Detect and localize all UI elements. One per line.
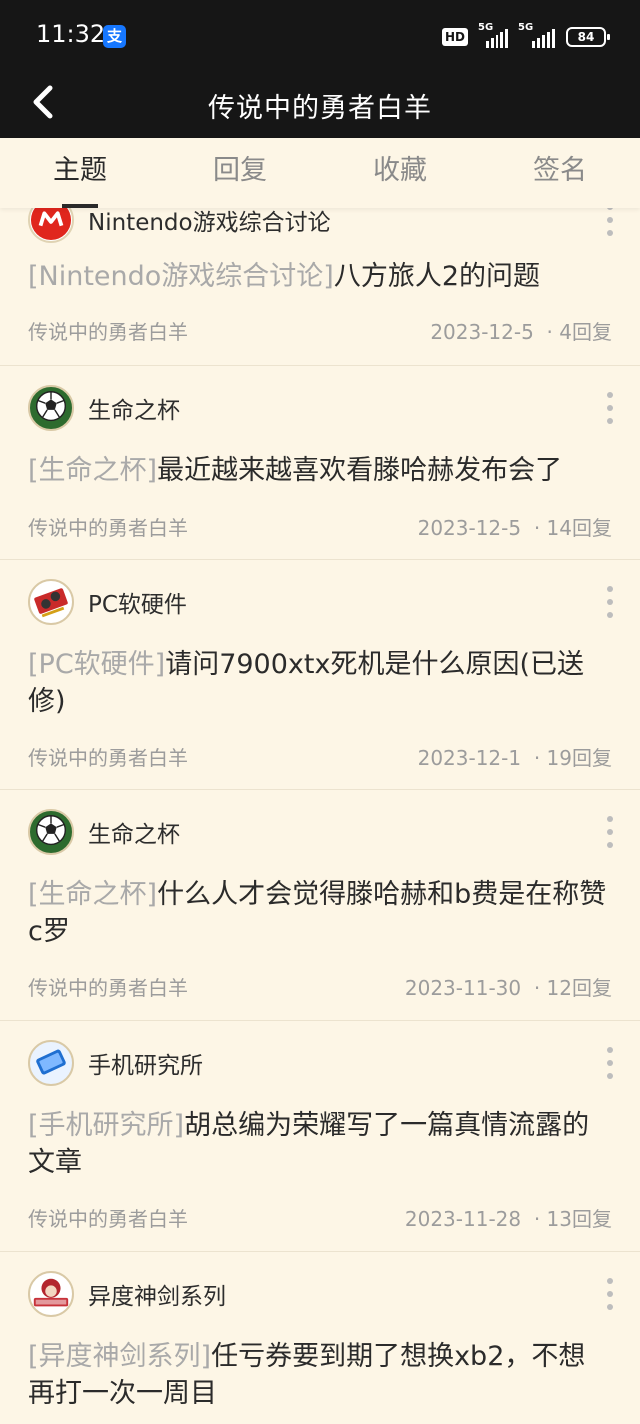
alipay-icon: 支 <box>103 25 126 48</box>
post-title[interactable]: [生命之杯]最近越来越喜欢看滕哈赫发布会了 <box>28 452 610 489</box>
post-forum-tag: [PC软硬件] <box>28 649 166 680</box>
title-bar: 传说中的勇者白羊 <box>0 72 640 138</box>
post-date: 2023-12-1 <box>417 746 522 770</box>
more-options-icon[interactable] <box>604 1278 616 1310</box>
more-options-icon[interactable] <box>604 816 616 848</box>
forum-name[interactable]: 生命之杯 <box>88 391 180 425</box>
more-options-icon[interactable] <box>604 586 616 618</box>
list-item[interactable]: Nintendo游戏综合讨论 [Nintendo游戏综合讨论]八方旅人2的问题 … <box>0 208 640 366</box>
reply-count: 12回复 <box>546 976 612 1000</box>
post-author: 传说中的勇者白羊 <box>28 976 188 1000</box>
reply-count: 4回复 <box>559 320 612 344</box>
tab-topics[interactable]: 主题 <box>0 138 160 208</box>
post-author: 传说中的勇者白羊 <box>28 746 188 770</box>
post-forum-tag: [生命之杯] <box>28 879 158 910</box>
tab-signature[interactable]: 签名 <box>480 138 640 208</box>
list-item[interactable]: 异度神剑系列 [异度神剑系列]任亏券要到期了想换xb2，不想再打一次一周目 <box>0 1252 640 1424</box>
more-options-icon[interactable] <box>604 1047 616 1079</box>
post-author: 传说中的勇者白羊 <box>28 320 188 344</box>
post-title[interactable]: [Nintendo游戏综合讨论]八方旅人2的问题 <box>28 258 610 295</box>
forum-name[interactable]: PC软硬件 <box>88 585 187 619</box>
list-item[interactable]: 手机研究所 [手机研究所]胡总编为荣耀写了一篇真情流露的文章 传说中的勇者白羊 … <box>0 1021 640 1252</box>
hd-voice-icon: HD <box>441 28 468 46</box>
post-author: 传说中的勇者白羊 <box>28 516 188 540</box>
post-list: Nintendo游戏综合讨论 [Nintendo游戏综合讨论]八方旅人2的问题 … <box>0 208 640 1424</box>
reply-count: 19回复 <box>546 746 612 770</box>
nintendo-icon <box>28 208 74 243</box>
forum-name[interactable]: 生命之杯 <box>88 815 180 849</box>
tab-replies[interactable]: 回复 <box>160 138 320 208</box>
reply-count: 14回复 <box>546 516 612 540</box>
reply-count: 13回复 <box>546 1207 612 1231</box>
post-title[interactable]: [生命之杯]什么人才会觉得滕哈赫和b费是在称赞c罗 <box>28 876 610 950</box>
tab-bar: 主题 回复 收藏 签名 <box>0 138 640 208</box>
graphics-card-icon <box>28 579 74 625</box>
list-item[interactable]: 生命之杯 [生命之杯]最近越来越喜欢看滕哈赫发布会了 传说中的勇者白羊 2023… <box>0 366 640 560</box>
soccer-ball-icon <box>28 809 74 855</box>
more-options-icon[interactable] <box>604 392 616 424</box>
xenoblade-avatar-icon <box>28 1271 74 1317</box>
phone-icon <box>28 1040 74 1086</box>
post-forum-tag: [手机研究所] <box>28 1110 185 1141</box>
post-forum-tag: [生命之杯] <box>28 455 158 486</box>
forum-name[interactable]: Nintendo游戏综合讨论 <box>88 208 331 237</box>
post-title[interactable]: [异度神剑系列]任亏券要到期了想换xb2，不想再打一次一周目 <box>28 1338 610 1412</box>
clock: 11:32 <box>36 20 106 48</box>
post-author: 传说中的勇者白羊 <box>28 1207 188 1231</box>
signal-icon: 5G <box>478 22 508 48</box>
forum-name[interactable]: 手机研究所 <box>88 1046 203 1080</box>
post-title[interactable]: [手机研究所]胡总编为荣耀写了一篇真情流露的文章 <box>28 1107 610 1181</box>
battery-icon: 84 <box>566 27 610 47</box>
post-date: 2023-11-28 <box>404 1207 522 1231</box>
post-forum-tag: [Nintendo游戏综合讨论] <box>28 261 334 292</box>
post-title[interactable]: [PC软硬件]请问7900xtx死机是什么原因(已送修) <box>28 646 610 720</box>
forum-name[interactable]: 异度神剑系列 <box>88 1277 226 1311</box>
page-title: 传说中的勇者白羊 <box>208 93 432 124</box>
status-bar: 11:32 支 HD 5G 5G 84 <box>0 0 640 72</box>
soccer-ball-icon <box>28 385 74 431</box>
more-options-icon[interactable] <box>604 208 616 236</box>
post-date: 2023-12-5 <box>430 320 534 344</box>
list-item[interactable]: 生命之杯 [生命之杯]什么人才会觉得滕哈赫和b费是在称赞c罗 传说中的勇者白羊 … <box>0 790 640 1021</box>
signal-icon-2: 5G <box>518 22 556 48</box>
post-date: 2023-12-5 <box>417 516 522 540</box>
post-date: 2023-11-30 <box>404 976 522 1000</box>
status-icons: HD 5G 5G 84 <box>441 22 610 50</box>
list-item[interactable]: PC软硬件 [PC软硬件]请问7900xtx死机是什么原因(已送修) 传说中的勇… <box>0 560 640 790</box>
post-forum-tag: [异度神剑系列] <box>28 1341 212 1372</box>
tab-favorites[interactable]: 收藏 <box>320 138 480 208</box>
